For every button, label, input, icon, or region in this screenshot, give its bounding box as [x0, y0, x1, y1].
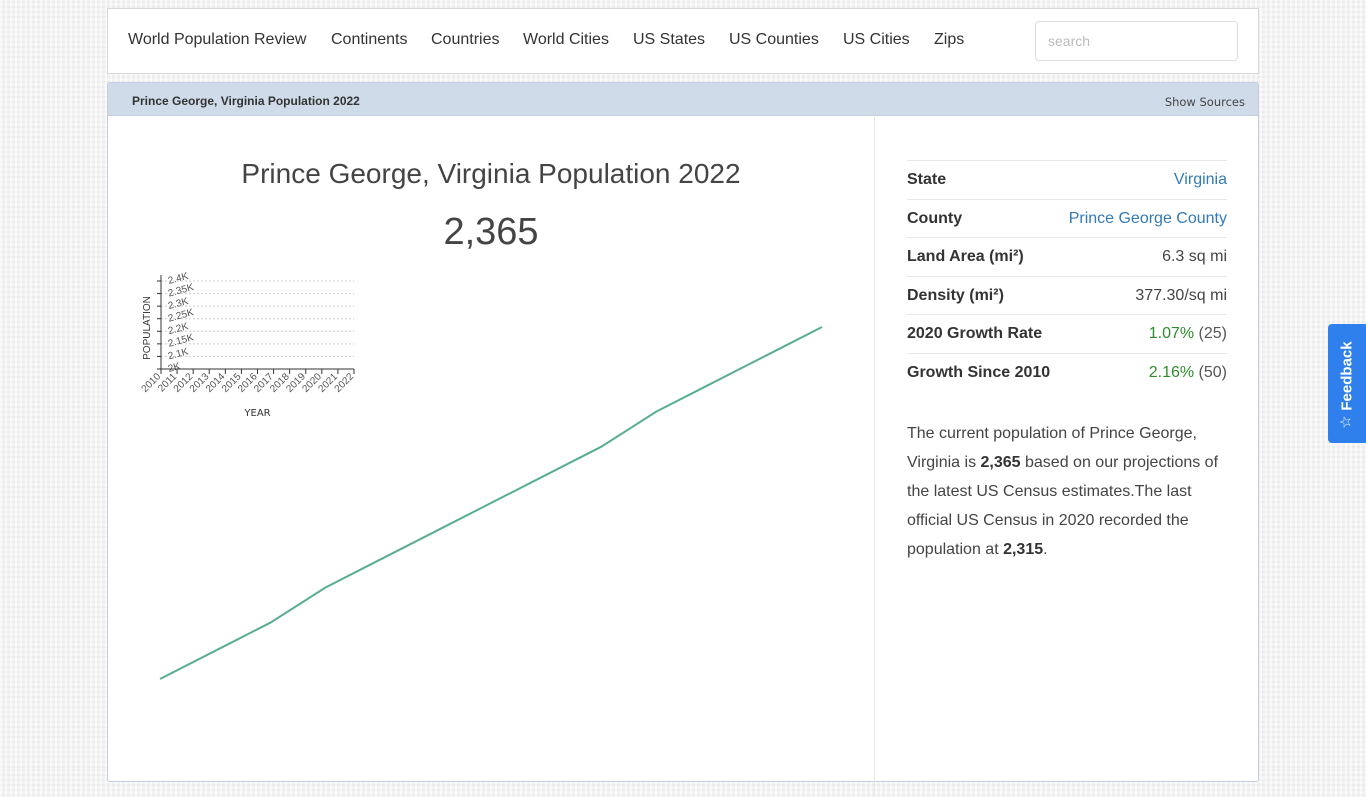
x-tick-label: 2022	[333, 371, 357, 395]
column-divider	[874, 117, 875, 797]
nav-us-cities[interactable]: US Cities	[843, 31, 910, 49]
top-navbar: World Population Review Continents Count…	[107, 8, 1259, 74]
fact-label: 2020 Growth Rate	[907, 325, 1043, 342]
desc-current-population: 2,365	[980, 454, 1021, 471]
fact-value: 1.07% (25)	[1149, 325, 1227, 343]
nav-countries[interactable]: Countries	[431, 31, 499, 49]
fact-row-density: Density (mi²) 377.30/sq mi	[907, 275, 1227, 315]
nav-brand-link[interactable]: World Population Review	[128, 31, 306, 49]
fact-value: 377.30/sq mi	[1135, 286, 1227, 304]
feedback-label: Feedback	[1338, 340, 1356, 411]
fact-label: Growth Since 2010	[907, 363, 1051, 381]
fact-row-growth-rate: 2020 Growth Rate 1.07% (25)	[907, 314, 1227, 353]
growth-since-count: (50)	[1198, 363, 1227, 381]
x-axis-label: YEAR	[243, 408, 270, 419]
county-link[interactable]: Prince George County	[1069, 210, 1227, 228]
show-sources-link[interactable]: Show Sources	[1165, 95, 1245, 109]
fact-value: 6.3 sq mi	[1162, 248, 1227, 265]
growth-rate-percent: 1.07%	[1148, 325, 1195, 342]
fact-row-state: State Virginia	[907, 160, 1227, 199]
feedback-button[interactable]: Feedback ☆	[1328, 324, 1366, 443]
growth-since-percent: 2.16%	[1148, 363, 1195, 381]
fact-label: Land Area (mi²)	[907, 248, 1024, 265]
desc-census-population: 2,315	[1003, 541, 1044, 558]
search-input[interactable]	[1035, 21, 1238, 61]
nav-zips[interactable]: Zips	[934, 31, 964, 49]
star-sparkle-icon: ☆	[1337, 415, 1355, 429]
nav-world-cities[interactable]: World Cities	[523, 31, 609, 49]
fact-row-growth-since-2010: Growth Since 2010 2.16% (50)	[907, 352, 1227, 392]
fact-label: State	[907, 171, 947, 188]
fact-label: County	[907, 209, 963, 227]
nav-continents[interactable]: Continents	[331, 31, 408, 49]
desc-text: .	[1043, 541, 1048, 558]
fact-row-county: County Prince George County	[907, 198, 1227, 238]
y-axis-label: POPULATION	[142, 296, 153, 360]
fact-row-land-area: Land Area (mi²) 6.3 sq mi	[907, 237, 1227, 276]
population-chart: 2K2.1K2.15K2.2K2.25K2.3K2.35K2.4K2010201…	[140, 271, 823, 680]
population-panel: Prince George, Virginia Population 2022 …	[107, 82, 1259, 797]
growth-rate-count: (25)	[1198, 325, 1227, 342]
population-description: The current population of Prince George,…	[907, 419, 1227, 564]
nav-us-counties[interactable]: US Counties	[729, 31, 819, 49]
fact-label: Density (mi²)	[907, 286, 1004, 304]
nav-us-states[interactable]: US States	[633, 31, 705, 49]
facts-table: State Virginia County Prince George Coun…	[907, 160, 1227, 391]
fact-value: 2.16% (50)	[1149, 364, 1227, 382]
state-link[interactable]: Virginia	[1174, 171, 1227, 189]
